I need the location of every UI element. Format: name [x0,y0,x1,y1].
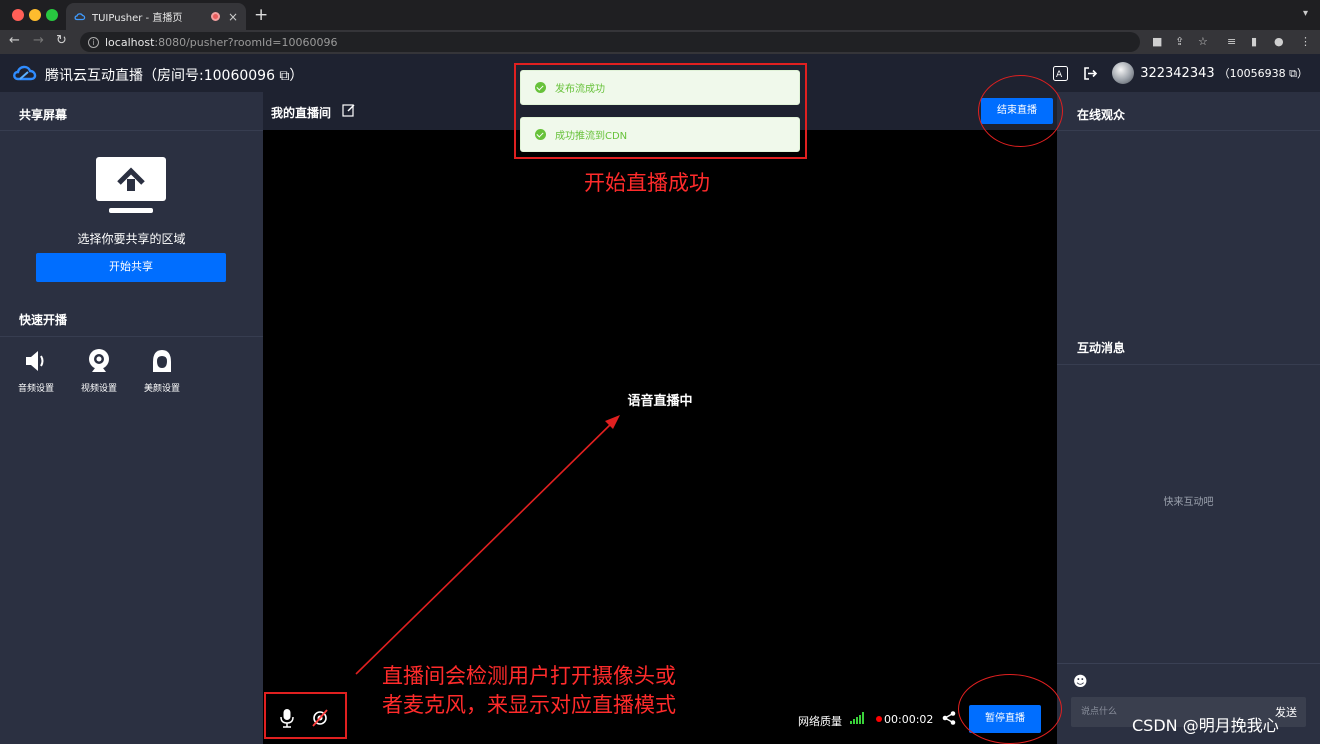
new-tab-button[interactable]: + [254,5,268,25]
annotation-end-button-circle [978,75,1063,147]
tab-title: TUIPusher - 直播页 [92,13,183,24]
share-page-icon[interactable]: ⇪ [1175,35,1184,48]
quick-item-label: 音频设置 [17,384,54,394]
url-field[interactable]: i localhost:8080/pusher?roomId=10060096 [80,32,1140,52]
share-icon[interactable] [942,711,956,725]
speaker-icon [26,351,44,371]
browser-tab[interactable]: TUIPusher - 直播页 × [66,3,246,30]
reading-list-icon[interactable]: ≡ [1227,35,1236,48]
quick-start-title: 快速开播 [19,313,68,327]
back-arrow-icon[interactable]: ← [9,33,20,48]
svg-text:A: A [1056,70,1063,80]
browser-address-bar: ← → ↻ i localhost:8080/pusher?roomId=100… [0,30,1320,54]
reload-icon[interactable]: ↻ [56,33,67,48]
annotation-toast-box [514,63,807,159]
annotation-start-success: 开始直播成功 [584,171,710,195]
divider [1057,130,1320,131]
tencent-cloud-logo-icon [13,65,37,81]
logout-icon[interactable] [1082,65,1098,81]
copy-user-id-icon[interactable]: ⧉） [1286,67,1308,80]
right-panel: 在线观众 互动消息 快来互动吧 ☻ 发送 [1057,92,1320,744]
start-share-button[interactable]: 开始共享 [36,253,226,282]
avatar[interactable] [1112,62,1135,84]
beauty-settings-button[interactable]: 美颜设置 [132,348,192,394]
audio-settings-button[interactable]: 音频设置 [6,348,66,394]
room-name: 我的直播间 [271,106,332,120]
divider [0,130,263,131]
header-actions: A 322342343 （10056938 ⧉） [1052,62,1308,84]
quick-item-label: 视频设置 [80,384,117,394]
empty-messages-text: 快来互动吧 [1163,497,1214,508]
live-recording-dot [876,716,882,722]
interactive-messages-title: 互动消息 [1077,341,1126,355]
annotation-detect-line-2: 者麦克风，来显示对应直播模式 [382,693,676,717]
video-stage: 语音直播中 网络质量 00:00:02 暂停直播 [263,130,1057,744]
browser-menu-icon[interactable]: ⋮ [1300,35,1311,48]
url-path: :8080/pusher?roomId=10060096 [154,35,338,49]
webcam-icon [89,349,109,372]
tencent-cloud-favicon-icon [74,13,86,21]
forward-arrow-icon[interactable]: → [33,33,44,48]
emoji-icon[interactable]: ☻ [1073,674,1088,690]
tab-close-icon[interactable]: × [228,10,238,24]
maximize-window-button[interactable] [46,9,58,21]
live-timer: 00:00:02 [884,713,934,726]
language-switch-icon[interactable]: A [1052,65,1068,81]
recording-indicator-icon [210,12,220,21]
camera-in-use-icon[interactable]: ■ [1152,35,1162,48]
site-info-icon[interactable]: i [88,36,99,48]
watermark: CSDN @明月挽我心 [1132,716,1279,735]
network-quality-label: 网络质量 [798,715,842,728]
left-panel: 共享屏幕 选择你要共享的区域 开始共享 快速开播 音频设置 视频设置 美颜设置 [0,92,263,744]
browser-tab-bar: TUIPusher - 直播页 × + ▾ [0,0,1320,30]
divider [1057,364,1320,365]
user-name: 322342343 [1140,65,1215,81]
divider [0,336,263,337]
annotation-controls-box [264,692,347,739]
online-audience-title: 在线观众 [1077,108,1126,122]
url-host: localhost [105,35,155,49]
beauty-face-icon [153,350,171,372]
copy-room-id-icon[interactable]: ⧉） [275,68,303,84]
annotation-detect-line-1: 直播间会检测用户打开摄像头或 [382,664,676,688]
app-title: 腾讯云互动直播（房间号:10060096 ⧉） [45,68,304,84]
profile-icon[interactable]: ● [1274,35,1284,48]
quick-item-label: 美颜设置 [143,384,180,394]
audio-live-status: 语音直播中 [627,394,693,409]
edit-icon[interactable] [342,103,356,117]
minimize-window-button[interactable] [29,9,41,21]
annotation-pause-button-circle [958,674,1062,744]
bookmark-star-icon[interactable]: ☆ [1198,35,1208,48]
share-hint: 选择你要共享的区域 [77,232,186,246]
side-panel-icon[interactable]: ▮ [1251,35,1257,48]
share-screen-title: 共享屏幕 [19,108,68,122]
user-room: （10056938 ⧉） [1218,67,1308,80]
tab-search-chevron-icon[interactable]: ▾ [1303,8,1308,19]
share-screen-monitor-icon [96,157,166,213]
video-settings-button[interactable]: 视频设置 [69,348,129,394]
close-window-button[interactable] [12,9,24,21]
network-signal-icon [850,712,864,724]
